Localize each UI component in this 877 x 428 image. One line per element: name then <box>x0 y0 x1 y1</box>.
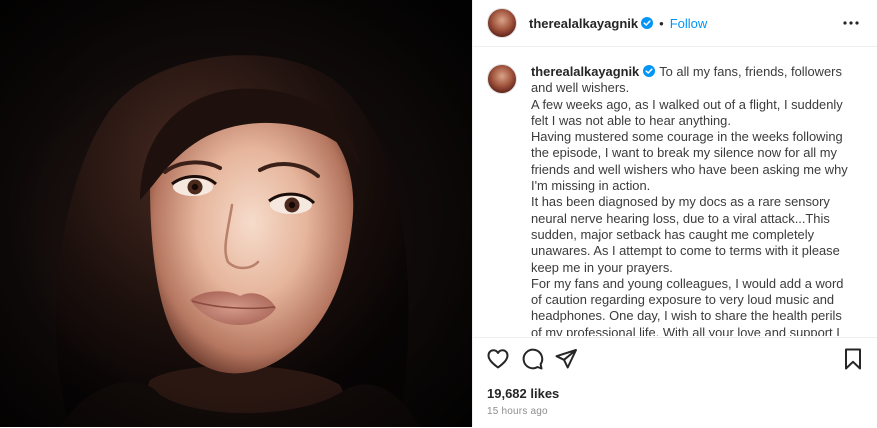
caption-paragraph: For my fans and young colleagues, I woul… <box>531 275 844 336</box>
likes-count[interactable]: 19,682 likes <box>487 386 877 401</box>
caption-username[interactable]: therealalkayagnik <box>531 64 639 79</box>
post-actions-area: 19,682 likes 15 hours ago <box>473 337 877 428</box>
post-header: therealalkayagnik • Follow <box>473 0 877 47</box>
avatar[interactable] <box>487 8 517 38</box>
caption-row: therealalkayagnik To all my fans, friends… <box>473 48 877 336</box>
follow-button[interactable]: Follow <box>670 16 708 31</box>
more-options-icon[interactable] <box>839 11 863 35</box>
heart-icon[interactable] <box>486 347 510 371</box>
action-bar <box>473 338 877 371</box>
caption-text: therealalkayagnik To all my fans, friends… <box>531 64 853 336</box>
portrait-photo <box>0 0 472 427</box>
caption-avatar[interactable] <box>487 64 517 94</box>
caption-paragraph: Having mustered some courage in the week… <box>531 129 848 194</box>
caption-paragraph: It has been diagnosed by my docs as a ra… <box>531 194 840 275</box>
post-sidebar: therealalkayagnik • Follow therealalkaya… <box>472 0 877 427</box>
verified-badge-icon <box>641 17 654 29</box>
instagram-post: therealalkayagnik • Follow therealalkaya… <box>0 0 877 427</box>
post-image[interactable] <box>0 0 472 427</box>
caption-paragraph: A few weeks ago, as I walked out of a fl… <box>531 96 843 128</box>
caption-line-1: therealalkayagnik To all my fans, friends… <box>531 64 853 97</box>
bookmark-icon[interactable] <box>841 347 865 371</box>
header-username[interactable]: therealalkayagnik <box>529 16 638 31</box>
comment-icon[interactable] <box>520 347 544 371</box>
share-icon[interactable] <box>554 347 578 371</box>
verified-badge-icon <box>643 65 656 77</box>
caption-area: therealalkayagnik To all my fans, friends… <box>473 48 877 336</box>
header-separator: • <box>659 15 664 31</box>
post-timestamp[interactable]: 15 hours ago <box>487 406 877 417</box>
